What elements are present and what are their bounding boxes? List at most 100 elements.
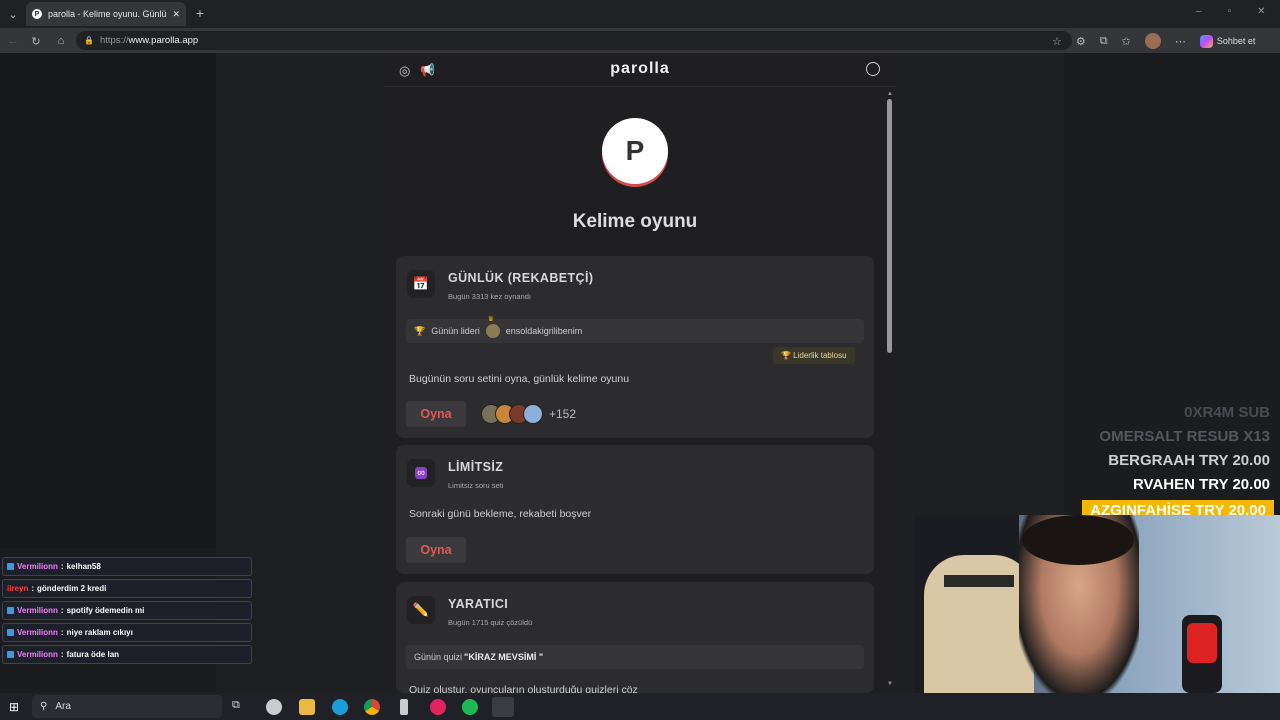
chat-badge-icon — [7, 629, 14, 636]
microphone — [1182, 615, 1222, 693]
page-title: Kelime oyunu — [572, 211, 698, 232]
chat-separator: : — [31, 584, 35, 593]
chat-message: ilreyn: gönderdim 2 kredi — [2, 579, 252, 598]
parolla-favicon-icon: P — [32, 9, 42, 19]
app-icon[interactable] — [266, 699, 282, 715]
windows-taskbar: ⊞ ⚲ Ara ⧉ — [0, 693, 1280, 720]
user-account-icon[interactable] — [866, 62, 880, 76]
app-scrollbar[interactable]: ▲ ▼ — [886, 91, 893, 687]
mic-light — [1187, 623, 1217, 663]
chat-badge-icon — [7, 563, 14, 570]
new-tab-button[interactable]: + — [192, 5, 208, 21]
sub-alert-line: OMERSALT RESUB X13 — [1099, 428, 1270, 445]
unlimited-play-button[interactable]: Oyna — [406, 537, 466, 563]
tab-list-chevron-icon[interactable]: ⌄ — [5, 6, 21, 22]
left-pane — [0, 53, 216, 548]
calendar-icon: 📅 — [407, 270, 435, 298]
chat-username: Vermilionn — [17, 562, 58, 571]
app-header: ◎ 📢 parolla — [384, 53, 896, 87]
chat-separator: : — [60, 562, 64, 571]
extensions-icon[interactable]: ⚙ — [1076, 35, 1086, 48]
scroll-up-icon[interactable]: ▲ — [887, 91, 893, 97]
webcam-feed — [914, 515, 1280, 693]
chat-badge-icon — [7, 651, 14, 658]
quiz-name: "KİRAZ MEVSİMİ " — [464, 652, 544, 662]
leader-name[interactable]: ensoldakigrilibenim — [506, 326, 583, 336]
copilot-chat-button[interactable]: Sohbet et — [1199, 34, 1255, 48]
daily-quiz-strip[interactable]: Günün quizi "KİRAZ MEVSİMİ " — [406, 645, 864, 669]
crown-icon: ♛ — [487, 316, 495, 323]
scrollbar-thumb[interactable] — [887, 99, 892, 353]
file-explorer-icon[interactable] — [299, 699, 315, 715]
back-icon[interactable]: ← — [5, 33, 21, 49]
sub-alert-line: BERGRAAH TRY 20.00 — [1108, 452, 1270, 469]
daily-card: 📅 GÜNLÜK (REKABETÇİ) Bugün 3313 kez oyna… — [396, 256, 874, 438]
app-logo: P — [602, 118, 668, 184]
app-brand[interactable]: parolla — [384, 60, 896, 78]
maximize-icon[interactable]: ▫ — [1228, 6, 1232, 17]
chat-username: Vermilionn — [17, 650, 58, 659]
close-window-icon[interactable]: ✕ — [1257, 6, 1265, 17]
home-icon[interactable]: ⌂ — [53, 33, 69, 49]
chat-username: Vermilionn — [17, 628, 58, 637]
chat-text: gönderdim 2 kredi — [37, 584, 107, 593]
windows-start-icon[interactable]: ⊞ — [9, 700, 19, 714]
daily-title: GÜNLÜK (REKABETÇİ) — [448, 271, 594, 285]
chat-text: kelhan58 — [66, 562, 101, 571]
streamer-hair — [1022, 515, 1134, 565]
creative-title: YARATICI — [448, 597, 509, 611]
browser-tab-bar: ⌄ P parolla - Kelime oyunu. Günlük ke ✕ … — [0, 0, 1280, 28]
address-bar[interactable]: 🔒 https://www.parolla.app — [76, 31, 1072, 50]
infinity-icon: ∞ — [407, 459, 435, 487]
unlimited-card: ∞ LİMİTSİZ Limitsiz soru seti Sonraki gü… — [396, 445, 874, 574]
reload-icon[interactable]: ↻ — [28, 33, 44, 49]
browser-tab[interactable]: P parolla - Kelime oyunu. Günlük ke ✕ — [26, 2, 186, 26]
device-icon[interactable] — [400, 699, 408, 715]
taskbar-search[interactable]: ⚲ Ara — [32, 695, 222, 718]
minimize-icon[interactable]: – — [1196, 6, 1202, 17]
more-icon[interactable]: ⋯ — [1175, 35, 1186, 48]
lock-icon: 🔒 — [84, 36, 94, 45]
url-text: https://www.parolla.app — [99, 35, 199, 46]
tab-title: parolla - Kelime oyunu. Günlük ke — [48, 9, 167, 19]
unlimited-description: Sonraki günü bekleme, rekabeti boşver — [409, 508, 592, 520]
chat-message: Vermilionn: fatura öde lan — [2, 645, 252, 664]
chrome-icon[interactable] — [364, 699, 380, 715]
daily-description: Bugünün soru setini oyna, günlük kelime … — [409, 373, 630, 385]
split-screen-icon[interactable]: ⧉ — [1100, 35, 1108, 48]
sub-alert-line: RVAHEN TRY 20.00 — [1133, 476, 1270, 493]
players-more-count: +152 — [549, 407, 577, 421]
player-avatar — [523, 404, 543, 424]
leaderboard-button[interactable]: 🏆 Liderlik tablosu — [773, 347, 855, 364]
quiz-label: Günün quizi — [414, 652, 463, 662]
active-app-icon[interactable] — [492, 697, 514, 717]
recent-players — [481, 404, 543, 424]
scroll-down-icon[interactable]: ▼ — [887, 681, 893, 687]
media-player-icon[interactable] — [430, 699, 446, 715]
creative-card: ✏️ YARATICI Bugün 1715 quiz çözüldü Günü… — [396, 582, 874, 693]
parolla-app: ◎ 📢 parolla P Kelime oyunu 📅 GÜNLÜK (REK… — [384, 53, 896, 693]
trophy-icon: 🏆 — [414, 325, 426, 336]
task-view-icon[interactable]: ⧉ — [232, 699, 240, 712]
daily-leader-strip: 🏆 Günün lideri ♛ ensoldakigrilibenim — [406, 316, 864, 343]
edge-icon[interactable] — [332, 699, 348, 715]
collections-icon[interactable]: ✩ — [1122, 35, 1131, 48]
daily-play-button[interactable]: Oyna — [406, 401, 466, 427]
search-icon: ⚲ — [40, 701, 48, 712]
chat-separator: : — [60, 650, 64, 659]
spotify-icon[interactable] — [462, 699, 478, 715]
favorite-star-icon[interactable]: ☆ — [1052, 35, 1062, 48]
leader-avatar: ♛ — [485, 316, 500, 338]
browser-extensions: ☆ ⚙ ⧉ ✩ ⋯ Sohbet et — [1052, 33, 1255, 49]
pencil-icon: ✏️ — [407, 596, 435, 624]
tab-close-icon[interactable]: ✕ — [172, 9, 180, 20]
chat-separator: : — [60, 628, 64, 637]
window-controls: – ▫ ✕ — [1196, 6, 1266, 17]
profile-avatar[interactable] — [1144, 33, 1161, 49]
search-placeholder: Ara — [55, 701, 71, 712]
creative-subtitle: Bugün 1715 quiz çözüldü — [448, 618, 533, 627]
sub-alert-line: 0XR4M SUB — [1184, 404, 1270, 421]
chat-separator: : — [60, 606, 64, 615]
chat-text: niye raklam cıkıyı — [66, 628, 133, 637]
unlimited-title: LİMİTSİZ — [448, 460, 504, 474]
